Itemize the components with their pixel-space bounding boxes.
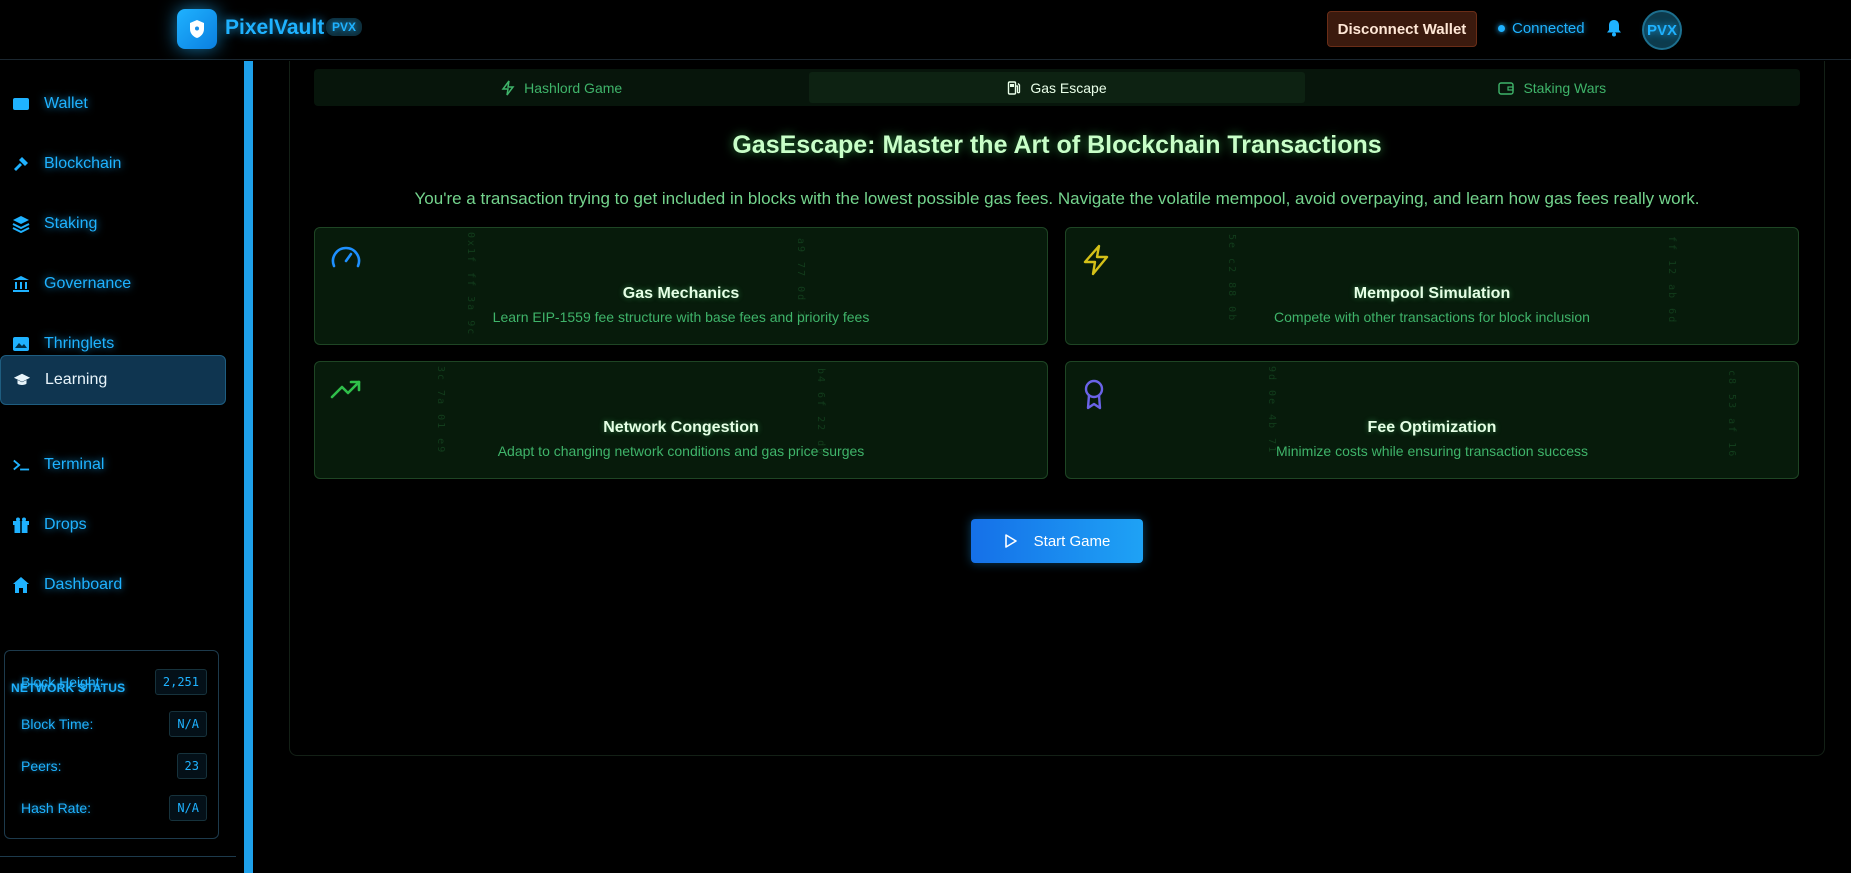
feature-name: Mempool Simulation <box>1353 285 1511 302</box>
sidebar-item-learning[interactable]: Learning <box>0 355 226 405</box>
avatar[interactable]: PVX <box>1642 10 1682 50</box>
sidebar-item-label: Dashboard <box>44 576 123 593</box>
sidebar-divider <box>0 856 236 857</box>
gauge-icon <box>330 244 362 275</box>
network-label: Block Height: <box>21 674 104 690</box>
tab-label: Hashlord Game <box>524 79 623 96</box>
sidebar-item-dashboard[interactable]: Dashboard <box>0 560 226 610</box>
home-icon <box>12 576 30 594</box>
network-row-hash-rate: Hash Rate: N/A <box>21 795 207 821</box>
matrix-rain-decoration: 3c 7a 01 e9 <box>435 366 446 455</box>
wallet-icon <box>12 95 30 113</box>
sidebar-item-blockchain[interactable]: Blockchain <box>0 139 226 189</box>
network-row-peers: Peers: 23 <box>21 753 207 779</box>
sidebar-item-governance[interactable]: Governance <box>0 259 226 309</box>
network-label: Block Time: <box>21 716 94 732</box>
connection-status-label: Connected <box>1512 20 1585 37</box>
sidebar-item-label: Blockchain <box>44 155 122 172</box>
feature-desc: Adapt to changing network conditions and… <box>497 443 865 459</box>
sidebar-item-label: Thringlets <box>44 335 115 352</box>
bank-icon <box>12 275 30 293</box>
feature-desc: Learn EIP-1559 fee structure with base f… <box>492 309 870 325</box>
sidebar-item-label: Learning <box>45 371 108 388</box>
disconnect-wallet-button[interactable]: Disconnect Wallet <box>1327 11 1477 47</box>
sidebar-item-label: Governance <box>44 275 132 292</box>
wallet-icon <box>1498 81 1515 95</box>
lightning-icon <box>501 80 515 95</box>
image-icon <box>12 335 30 353</box>
sidebar-item-terminal[interactable]: Terminal <box>0 440 226 490</box>
status-dot-icon <box>1498 25 1505 32</box>
gift-icon <box>12 516 30 534</box>
matrix-rain-decoration: 9d 0e 4b 71 <box>1266 366 1277 455</box>
network-value: N/A <box>169 711 207 737</box>
feature-card-fee-optimization: 9d 0e 4b 71 c8 53 af 16 Fee Optimization… <box>1065 361 1799 479</box>
network-label: Hash Rate: <box>21 800 92 816</box>
page-subtitle: You're a transaction trying to get inclu… <box>414 189 1700 208</box>
hammer-icon <box>12 155 30 173</box>
feature-card-network-congestion: 3c 7a 01 e9 b4 6f 22 d0 Network Congesti… <box>314 361 1048 479</box>
game-tabs: Hashlord Game Gas Escape Staking Wars <box>314 69 1800 106</box>
logo-shield-icon[interactable] <box>177 9 217 49</box>
layers-icon <box>12 215 30 233</box>
tab-gas-escape[interactable]: Gas Escape <box>809 72 1305 103</box>
connection-status: Connected <box>1498 20 1585 37</box>
sidebar-scroll-edge[interactable] <box>244 61 253 873</box>
feature-desc: Minimize costs while ensuring transactio… <box>1275 443 1588 459</box>
network-label: Peers: <box>21 758 62 774</box>
feature-name: Network Congestion <box>603 419 759 436</box>
app-logo-text[interactable]: PixelVault <box>225 16 324 40</box>
bell-icon[interactable] <box>1605 18 1623 43</box>
top-header: PixelVault PVX Disconnect Wallet Connect… <box>0 0 1851 60</box>
sidebar-item-label: Wallet <box>44 95 88 112</box>
tab-staking-wars[interactable]: Staking Wars <box>1305 69 1800 106</box>
graduation-cap-icon <box>13 371 31 389</box>
award-icon <box>1081 378 1107 415</box>
token-badge: PVX <box>326 18 363 36</box>
terminal-icon <box>12 456 30 474</box>
trending-up-icon <box>330 378 362 405</box>
feature-desc: Compete with other transactions for bloc… <box>1274 309 1590 325</box>
sidebar-item-drops[interactable]: Drops <box>0 500 226 550</box>
play-icon <box>1004 534 1017 548</box>
feature-card-gas-mechanics: 0x1f ff 3a 9c a9 77 0d 21 Gas Mechanics … <box>314 227 1048 345</box>
lightning-icon <box>1081 244 1111 281</box>
feature-name: Gas Mechanics <box>622 285 740 302</box>
sidebar-item-label: Staking <box>44 215 98 232</box>
start-game-label: Start Game <box>1033 532 1111 550</box>
network-row-block-time: Block Time: N/A <box>21 711 207 737</box>
start-game-button[interactable]: Start Game <box>971 519 1143 563</box>
network-value: 23 <box>176 753 207 779</box>
tab-hashlord-game[interactable]: Hashlord Game <box>314 69 809 106</box>
tab-label: Gas Escape <box>1030 79 1107 96</box>
page-title: GasEscape: Master the Art of Blockchain … <box>732 131 1382 159</box>
network-value: 2,251 <box>154 669 207 695</box>
sidebar-item-label: Drops <box>44 516 87 533</box>
feature-name: Fee Optimization <box>1367 419 1497 436</box>
sidebar-item-label: Terminal <box>44 456 105 473</box>
sidebar-item-staking[interactable]: Staking <box>0 199 226 249</box>
network-row-block-height: Block Height: 2,251 <box>21 669 207 695</box>
sidebar-item-wallet[interactable]: Wallet <box>0 79 226 129</box>
fuel-icon <box>1008 80 1021 95</box>
network-value: N/A <box>169 795 207 821</box>
feature-card-mempool-simulation: 5e c2 88 0b ff 12 ab 6d Mempool Simulati… <box>1065 227 1799 345</box>
tab-label: Staking Wars <box>1523 79 1607 96</box>
network-status-panel: Block Height: 2,251 Block Time: N/A Peer… <box>4 650 219 839</box>
